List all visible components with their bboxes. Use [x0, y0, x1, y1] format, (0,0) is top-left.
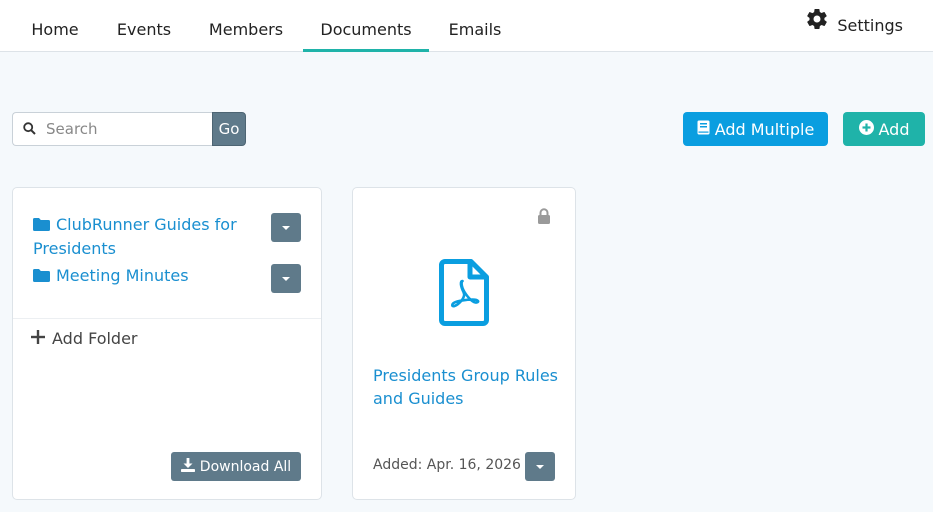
plus-icon [31, 329, 45, 348]
book-icon [697, 120, 710, 139]
document-options-button[interactable] [525, 452, 555, 481]
settings-button[interactable]: Settings [805, 0, 903, 52]
top-nav: Home Events Members Documents Emails Set… [0, 0, 933, 52]
folder-icon [33, 214, 50, 237]
tab-home[interactable]: Home [12, 0, 98, 52]
document-added-date: Added: Apr. 16, 2026 [373, 457, 521, 473]
add-multiple-button[interactable]: Add Multiple [683, 112, 828, 146]
folder-options-button[interactable] [271, 264, 301, 293]
plus-circle-icon [858, 119, 874, 139]
folder-label: ClubRunner Guides for Presidents [33, 215, 237, 258]
folder-icon [33, 265, 50, 288]
tab-documents[interactable]: Documents [303, 0, 429, 52]
document-card: Presidents Group Rules and Guides Added:… [352, 187, 576, 500]
tab-events[interactable]: Events [104, 0, 184, 52]
caret-down-icon [282, 276, 290, 281]
search-icon [23, 120, 36, 139]
folder-label: Meeting Minutes [56, 266, 189, 285]
pdf-file-icon[interactable] [439, 259, 489, 330]
folder-options-button[interactable] [271, 213, 301, 242]
download-all-button[interactable]: Download All [171, 452, 301, 481]
download-icon [180, 457, 195, 476]
lock-icon [537, 208, 551, 228]
folder-item[interactable]: Meeting Minutes [33, 264, 263, 288]
search-input[interactable] [46, 120, 196, 138]
add-folder-button[interactable]: Add Folder [31, 329, 138, 348]
folder-item[interactable]: ClubRunner Guides for Presidents [33, 213, 263, 260]
search-field [12, 112, 212, 146]
search-go-button[interactable]: Go [212, 112, 246, 146]
tab-members[interactable]: Members [196, 0, 296, 52]
search-bar: Go [12, 112, 246, 146]
add-label: Add [878, 119, 910, 139]
add-multiple-label: Add Multiple [714, 119, 815, 139]
add-folder-label: Add Folder [52, 329, 138, 348]
download-all-label: Download All [199, 458, 292, 475]
divider [13, 318, 321, 319]
caret-down-icon [282, 225, 290, 230]
add-button[interactable]: Add [843, 112, 925, 146]
gear-icon [805, 0, 829, 56]
caret-down-icon [536, 464, 544, 469]
tab-emails[interactable]: Emails [437, 0, 513, 52]
settings-label: Settings [837, 16, 903, 35]
document-title-link[interactable]: Presidents Group Rules and Guides [373, 364, 563, 410]
folder-panel: ClubRunner Guides for Presidents Meeting… [12, 187, 322, 500]
